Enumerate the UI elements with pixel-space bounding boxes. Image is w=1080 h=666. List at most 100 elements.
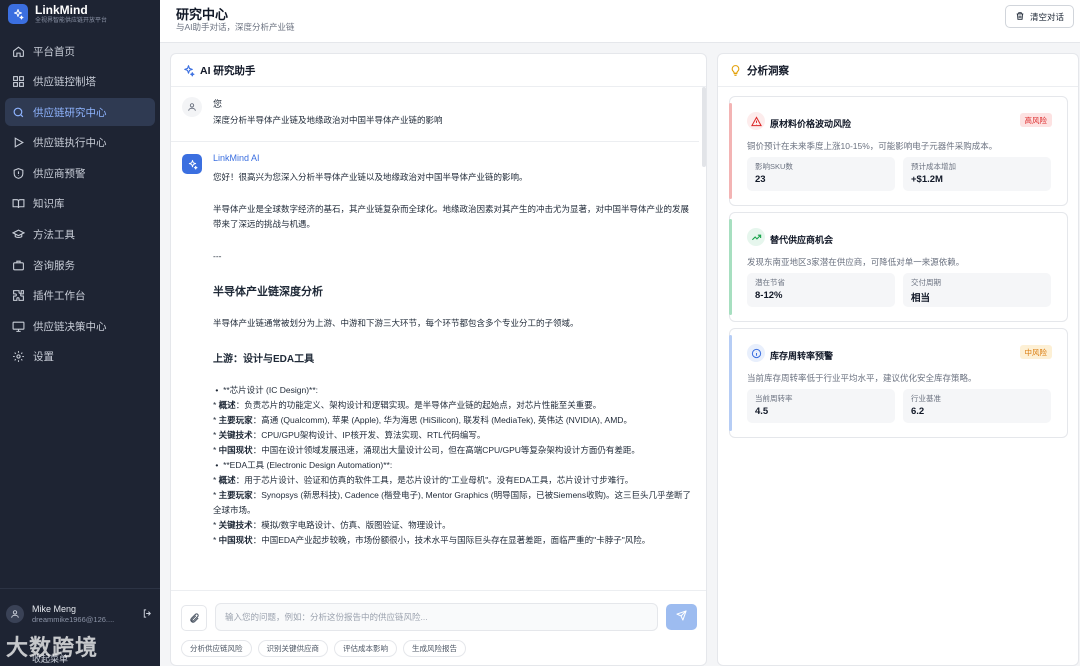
insight-metric: 影响SKU数 23 [747,157,895,191]
insight-desc: 当前库存周转率低于行业平均水平，建议优化安全库存策略。 [747,373,977,383]
chat-composer: 分析供应链风险 识别关键供应商 评估成本影响 生成风险报告 [171,590,706,665]
sidebar-item-label: 知识库 [33,198,65,211]
sidebar-item-knowledge-base[interactable]: 知识库 [5,190,155,218]
eda-status: * 中国现状：中国EDA产业起步较晚，市场份额很小，技术水平与国际巨头存在显著差… [213,535,651,545]
logout-icon[interactable] [140,607,154,621]
send-button[interactable] [666,604,697,630]
user-message: 您 深度分析半导体产业链及地缘政治对中国半导体产业链的影响 [171,87,699,142]
metric-value: +$1.2M [911,174,943,185]
briefcase-icon [11,258,25,272]
sidebar-item-research-center[interactable]: 供应链研究中心 [5,98,155,127]
brand-subtitle: 全视界智能供应链开放平台 [35,18,108,24]
insights-panel-title: 分析洞察 [747,64,789,77]
sidebar-item-method-tools[interactable]: 方法工具 [5,221,155,249]
user-profile[interactable]: Mike Meng dreammike1966@126.... [0,589,160,624]
sidebar-item-plugin-workbench[interactable]: 插件工作台 [5,282,155,310]
ai-message-author: LinkMind AI [213,153,260,163]
user-message-author: 您 [213,99,223,109]
quick-prompt-chip[interactable]: 评估成本影响 [334,640,397,657]
sidebar-item-decision-center[interactable]: 供应链决策中心 [5,312,155,340]
sidebar-nav: 平台首页 供应链控制塔 供应链研究中心 供应链执行中心 供应商预警 知识库 方法… [0,37,160,374]
sparkle-icon [181,63,195,77]
metric-value: 相当 [911,293,931,304]
brand-name: LinkMind [35,3,88,17]
user-name: Mike Meng [32,604,77,614]
insight-title: 库存周转率预警 [770,351,834,361]
ai-section-intro: 半导体产业链通常被划分为上游、中游和下游三大环节，每个环节都包含多个专业分工的子… [213,318,579,328]
trash-icon [1015,11,1025,23]
insights-panel: 分析洞察 原材料价格波动风险 高风险 铜价预计在未来季度上涨10-15%，可能影… [717,53,1079,666]
user-avatar-icon [182,97,202,117]
insight-card-inventory[interactable]: 库存周转率预警 中风险 当前库存周转率低于行业平均水平，建议优化安全库存策略。 … [729,328,1068,438]
quick-prompt-chip[interactable]: 识别关键供应商 [257,640,328,657]
insight-desc: 铜价预计在未来季度上涨10-15%，可能影响电子元器件采购成本。 [747,141,998,151]
collapse-menu-button[interactable]: 收起菜单 [32,652,68,665]
metric-label: 预计成本增加 [911,162,956,171]
ic-players: * 主要玩家：高通 (Qualcomm), 苹果 (Apple), 华为海思 (… [213,415,632,425]
insight-card-price-risk[interactable]: 原材料价格波动风险 高风险 铜价预计在未来季度上涨10-15%，可能影响电子元器… [729,96,1068,206]
play-icon [11,136,25,150]
sidebar-item-label: 方法工具 [33,229,75,242]
ic-tech: * 关键技术：CPU/GPU架构设计、IP核开发、算法实现、RTL代码编写。 [213,430,486,440]
eda-tech: * 关键技术：模拟/数字电路设计、仿真、版图验证、物理设计。 [213,520,451,530]
insight-metric: 交付周期 相当 [903,273,1051,307]
risk-badge: 中风险 [1019,345,1052,359]
sidebar-item-consulting[interactable]: 咨询服务 [5,251,155,279]
ai-research-assistant-panel: AI 研究助手 您 深度分析半导体产业链及地缘政治对中国半导体产业链的影响 Li… [170,53,707,666]
chat-panel-header: AI 研究助手 [171,54,706,87]
ic-status: * 中国现状：中国在设计领域发展迅速，涌现出大量设计公司，但在高端CPU/GPU… [213,445,640,455]
attach-paperclip-icon[interactable] [181,605,207,631]
insight-title: 替代供应商机会 [770,235,834,245]
sidebar-item-label: 供应链执行中心 [33,137,107,150]
sidebar-item-label: 咨询服务 [33,259,75,272]
user-email: dreammike1966@126.... [32,614,115,624]
ic-design-heading: • **芯片设计 (IC Design)**: [213,385,318,395]
shield-alert-icon [11,166,25,180]
sidebar-item-home[interactable]: 平台首页 [5,37,155,65]
clear-conversation-button[interactable]: 清空对话 [1004,5,1074,28]
sidebar: LinkMind 全视界智能供应链开放平台 平台首页 供应链控制塔 供应链研究中… [0,0,160,666]
insights-panel-header: 分析洞察 [718,54,1078,87]
gear-icon [11,350,25,364]
sidebar-item-label: 设置 [33,351,54,364]
quick-prompts: 分析供应链风险 识别关键供应商 评估成本影响 生成风险报告 [181,640,466,657]
scrollbar-thumb[interactable] [702,87,706,167]
ai-subsection-title: 上游：设计与EDA工具 [213,354,315,365]
insight-card-alt-supplier[interactable]: 替代供应商机会 发现东南亚地区3家潜在供应商，可降低对单一来源依赖。 潜在节省 … [729,212,1068,322]
user-message-text: 深度分析半导体产业链及地缘政治对中国半导体产业链的影响 [213,115,443,125]
monitor-icon [11,319,25,333]
page-header: 研究中心 与AI助手对话，深度分析产业链 清空对话 [160,0,1080,43]
message-list[interactable]: 您 深度分析半导体产业链及地缘政治对中国半导体产业链的影响 LinkMind A… [171,87,706,590]
quick-prompt-chip[interactable]: 分析供应链风险 [181,640,252,657]
metric-label: 交付周期 [911,278,941,287]
ai-greeting: 您好！很高兴为您深入分析半导体产业链以及地缘政治对中国半导体产业链的影响。 [213,172,528,182]
metric-value: 4.5 [755,406,769,417]
sidebar-item-supplier-alert[interactable]: 供应商预警 [5,159,155,187]
home-icon [11,44,25,58]
ai-intro: 半导体产业是全球数字经济的基石，其产业链复杂而全球化。地缘政治因素对其产生的冲击… [213,204,690,229]
insight-metric: 预计成本增加 +$1.2M [903,157,1051,191]
ai-avatar-sparkle-icon [182,154,202,174]
grid-icon [11,75,25,89]
quick-prompt-chip[interactable]: 生成风险报告 [403,640,466,657]
ic-overview: * 概述：负责芯片的功能定义、架构设计和逻辑实现。是半导体产业链的起始点，对芯片… [213,400,602,410]
sidebar-item-settings[interactable]: 设置 [5,343,155,371]
metric-value: 6.2 [911,406,925,417]
insight-title: 原材料价格波动风险 [770,119,852,129]
brand[interactable]: LinkMind 全视界智能供应链开放平台 [8,2,160,26]
metric-label: 行业基准 [911,394,941,403]
trending-up-icon [747,228,765,246]
sidebar-item-control-tower[interactable]: 供应链控制塔 [5,68,155,96]
sidebar-item-label: 插件工作台 [33,290,86,303]
clear-conversation-label: 清空对话 [1029,11,1064,22]
sidebar-item-label: 供应链研究中心 [33,106,107,119]
insight-metric: 行业基准 6.2 [903,389,1051,423]
risk-badge: 高风险 [1019,113,1052,127]
puzzle-icon [11,289,25,303]
insight-metric: 潜在节省 8-12% [747,273,895,307]
sidebar-item-execution-center[interactable]: 供应链执行中心 [5,129,155,157]
sidebar-item-label: 供应链控制塔 [33,76,96,89]
eda-heading: • **EDA工具 (Electronic Design Automation)… [213,460,393,470]
chat-input[interactable] [215,603,658,631]
metric-label: 潜在节省 [755,278,785,287]
